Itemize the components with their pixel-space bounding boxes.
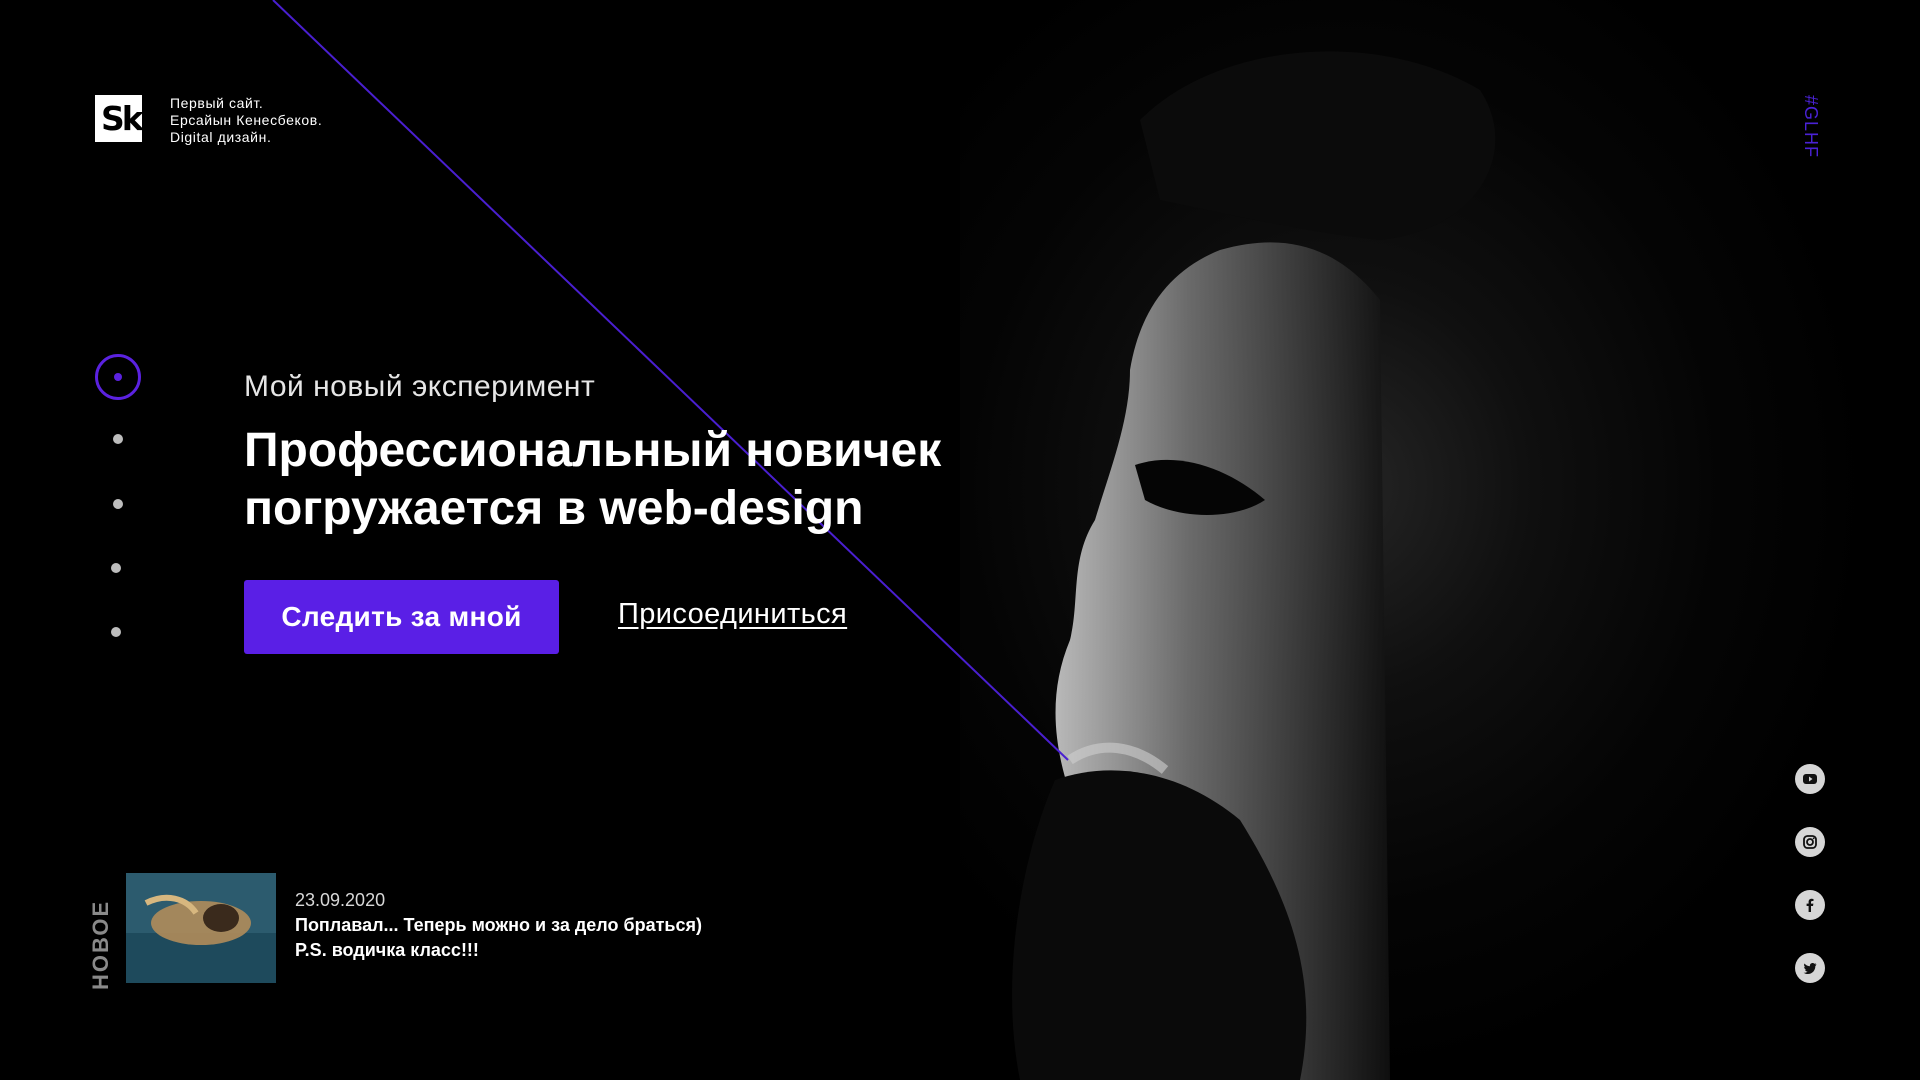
brand-tagline: Первый сайт. Ерсайын Кенесбеков. Digital… bbox=[170, 95, 322, 146]
news-date: 23.09.2020 bbox=[295, 890, 386, 910]
slider-dot[interactable] bbox=[113, 434, 123, 444]
hero-background bbox=[0, 0, 1920, 1080]
news-text-line-2: P.S. водичка класс!!! bbox=[295, 940, 479, 960]
headline-line-2: погружается в web-design bbox=[244, 482, 864, 535]
side-hashtag[interactable]: #GLHF bbox=[1800, 95, 1821, 158]
tagline-line-3: Digital дизайн. bbox=[170, 129, 272, 145]
tagline-line-2: Ерсайын Кенесбеков. bbox=[170, 112, 323, 128]
twitter-icon[interactable] bbox=[1795, 953, 1825, 983]
logo-mark: Sk bbox=[95, 95, 142, 142]
hero-subtitle: Мой новый эксперимент bbox=[244, 370, 596, 403]
brand-logo[interactable]: Sk Первый сайт. Ерсайын Кенесбеков. Digi… bbox=[95, 95, 322, 146]
join-link[interactable]: Присоединиться bbox=[618, 598, 847, 631]
slider-dot[interactable] bbox=[111, 627, 121, 637]
portrait-image bbox=[960, 0, 1920, 1080]
slider-dot[interactable] bbox=[111, 563, 121, 573]
facebook-icon[interactable] bbox=[1795, 890, 1825, 920]
youtube-icon[interactable] bbox=[1795, 764, 1825, 794]
headline-line-1: Профессиональный новичек bbox=[244, 424, 942, 477]
news-text-line-1: Поплавал... Теперь можно и за дело брать… bbox=[295, 915, 702, 935]
tagline-line-1: Первый сайт. bbox=[170, 95, 264, 111]
news-thumbnail[interactable] bbox=[126, 873, 276, 983]
hero-headline: Профессиональный новичек погружается в w… bbox=[244, 422, 1144, 538]
instagram-icon[interactable] bbox=[1795, 827, 1825, 857]
news-text[interactable]: Поплавал... Теперь можно и за дело брать… bbox=[295, 913, 702, 963]
news-label: НОВОЕ bbox=[88, 899, 113, 990]
slider-dot[interactable] bbox=[113, 499, 123, 509]
follow-button[interactable]: Следить за мной bbox=[244, 580, 559, 654]
slider-dot-active[interactable] bbox=[95, 354, 141, 400]
